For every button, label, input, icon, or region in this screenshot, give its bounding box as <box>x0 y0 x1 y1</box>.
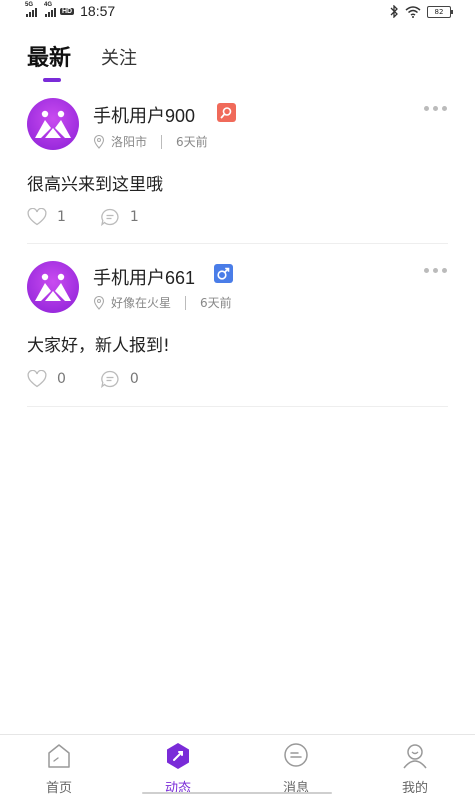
search-icon <box>217 103 236 122</box>
home-icon <box>48 744 70 768</box>
feed-icon <box>167 743 189 769</box>
tab-latest[interactable]: 最新 <box>27 40 71 82</box>
post-divider <box>27 243 448 244</box>
status-time: 18:57 <box>80 3 116 19</box>
status-bar: 5G 4G HD 18:57 82 <box>0 0 475 26</box>
like-button[interactable]: 0 <box>27 370 66 388</box>
post-time: 6天前 <box>200 296 232 310</box>
nav-messages[interactable]: 消息 <box>256 741 336 796</box>
bottom-nav: 首页 动态 消息 我的 <box>0 734 475 796</box>
post-divider <box>27 406 448 407</box>
location-text: 好像在火星 <box>111 296 172 310</box>
post-actions: 1 1 <box>27 208 139 226</box>
like-count: 1 <box>57 209 66 225</box>
nav-feed[interactable]: 动态 <box>138 741 218 796</box>
username[interactable]: 手机用户661 <box>93 264 195 290</box>
nav-home[interactable]: 首页 <box>19 741 99 796</box>
location-text: 洛阳市 <box>111 135 148 149</box>
feed-tabs: 最新 关注 <box>27 40 137 82</box>
comment-button[interactable]: 0 <box>100 370 139 388</box>
kappa-logo-icon <box>35 110 71 138</box>
more-options-icon[interactable] <box>424 106 447 111</box>
heart-icon <box>27 208 47 226</box>
bluetooth-icon <box>390 5 398 18</box>
nav-mine-label: 我的 <box>401 781 428 796</box>
post-actions: 0 0 <box>27 370 139 388</box>
nav-mine[interactable]: 我的 <box>375 741 455 796</box>
post-content: 很高兴来到这里哦 <box>27 175 163 195</box>
post-content: 大家好，新人报到! <box>27 336 170 356</box>
comment-icon <box>100 370 119 388</box>
post-time: 6天前 <box>176 135 208 149</box>
comment-count: 0 <box>129 371 139 387</box>
like-count: 0 <box>57 371 66 387</box>
like-button[interactable]: 1 <box>27 208 66 226</box>
hd-icon: HD <box>60 7 75 15</box>
male-icon <box>214 264 233 283</box>
location-pin-icon <box>93 134 105 149</box>
avatar[interactable] <box>27 261 79 313</box>
more-options-icon[interactable] <box>424 268 447 273</box>
heart-icon <box>27 370 47 388</box>
location-pin-icon <box>93 295 105 310</box>
message-icon <box>284 743 308 767</box>
comment-button[interactable]: 1 <box>100 208 139 226</box>
avatar[interactable] <box>27 98 79 150</box>
profile-icon <box>403 744 427 769</box>
kappa-logo-icon <box>35 273 71 301</box>
signal-5g-icon: 5G <box>25 2 37 17</box>
comment-count: 1 <box>129 209 139 225</box>
home-indicator <box>142 792 332 794</box>
nav-home-label: 首页 <box>45 781 72 796</box>
wifi-icon <box>405 5 421 18</box>
post-meta: 好像在火星 6天前 <box>93 294 232 311</box>
signal-4g-icon: 4G <box>44 2 56 17</box>
battery-icon: 82 <box>427 5 453 18</box>
post-card[interactable]: 手机用户900 洛阳市 6天前 很高兴来到这里哦 1 1 <box>0 96 475 246</box>
tab-follow[interactable]: 关注 <box>101 44 137 72</box>
post-meta: 洛阳市 6天前 <box>93 133 208 150</box>
username[interactable]: 手机用户900 <box>93 102 195 128</box>
comment-icon <box>100 208 119 226</box>
post-card[interactable]: 手机用户661 好像在火星 6天前 大家好，新人报到! 0 0 <box>0 259 475 409</box>
